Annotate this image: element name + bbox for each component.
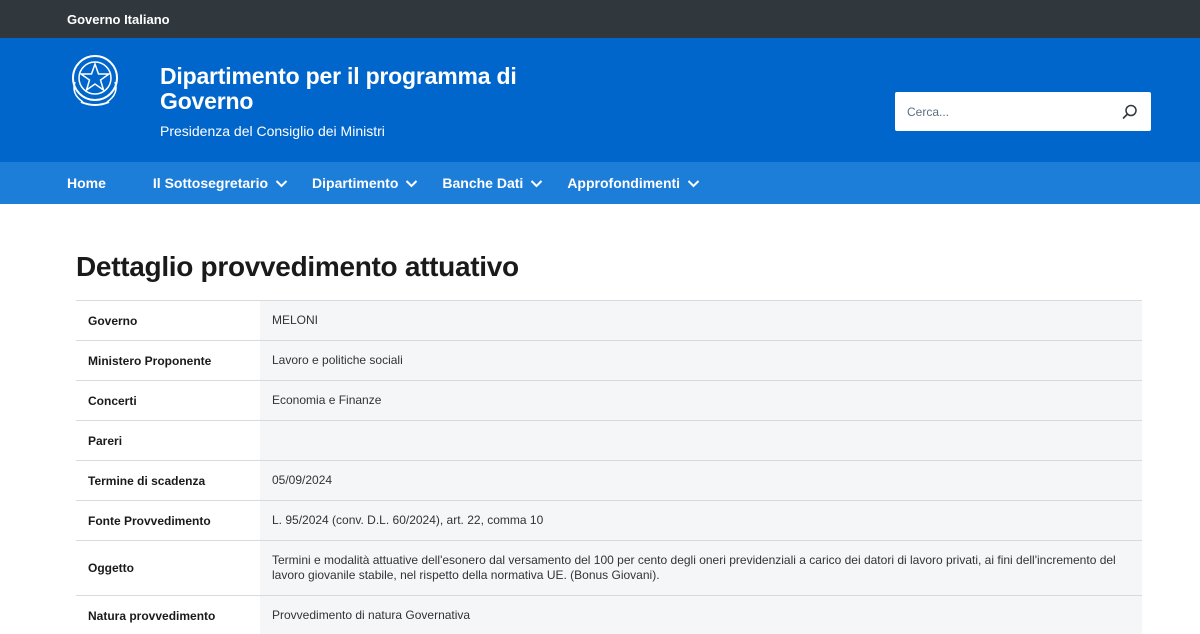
table-row: Oggetto Termini e modalità attuative del… [76, 540, 1142, 596]
chevron-down-icon [687, 179, 700, 187]
row-value: Provvedimento di natura Governativa [260, 595, 1142, 634]
row-value: L. 95/2024 (conv. D.L. 60/2024), art. 22… [260, 500, 1142, 541]
row-label: Ministero Proponente [76, 340, 260, 381]
page-title: Dettaglio provvedimento attuativo [76, 251, 519, 282]
row-value [260, 420, 1142, 461]
nav-item-home[interactable]: Home [67, 175, 106, 191]
row-value: MELONI [260, 300, 1142, 341]
search-box [895, 92, 1151, 131]
site-title[interactable]: Dipartimento per il programma di Governo [160, 64, 560, 114]
table-row: Natura provvedimento Provvedimento di na… [76, 595, 1142, 634]
main-content: Dettaglio provvedimento attuativo Govern… [0, 251, 1200, 634]
italian-republic-emblem-icon [72, 55, 118, 106]
chevron-down-icon [531, 179, 543, 187]
row-label: Concerti [76, 380, 260, 421]
row-label: Natura provvedimento [76, 595, 260, 634]
row-value: Lavoro e politiche sociali [260, 340, 1142, 381]
nav-item-dipartimento[interactable]: Dipartimento [312, 175, 418, 191]
table-row: Fonte Provvedimento L. 95/2024 (conv. D.… [76, 500, 1142, 541]
governo-italiano-link[interactable]: Governo Italiano [67, 12, 170, 27]
table-row: Pareri [76, 420, 1142, 461]
table-row: Concerti Economia e Finanze [76, 380, 1142, 421]
nav-item-sottosegretario[interactable]: Il Sottosegretario [153, 175, 288, 191]
row-value: Economia e Finanze [260, 380, 1142, 421]
detail-table: Governo MELONI Ministero Proponente Lavo… [76, 300, 1142, 634]
nav-item-approfondimenti[interactable]: Approfondimenti [567, 175, 700, 191]
row-label: Oggetto [76, 540, 260, 596]
nav-item-banche-dati[interactable]: Banche Dati [442, 175, 543, 191]
row-label: Fonte Provvedimento [76, 500, 260, 541]
chevron-down-icon [275, 179, 288, 187]
main-navigation: Home Il Sottosegretario Dipartimento Ban… [0, 162, 1200, 204]
table-row: Termine di scadenza 05/09/2024 [76, 460, 1142, 501]
search-icon[interactable] [1121, 103, 1139, 121]
chevron-down-icon [406, 179, 418, 187]
top-bar: Governo Italiano [0, 0, 1200, 38]
row-value: Termini e modalità attuative dell'esoner… [260, 540, 1142, 596]
row-label: Governo [76, 300, 260, 341]
table-row: Ministero Proponente Lavoro e politiche … [76, 340, 1142, 381]
row-value: 05/09/2024 [260, 460, 1142, 501]
table-row: Governo MELONI [76, 300, 1142, 341]
search-input[interactable] [907, 104, 1121, 119]
row-label: Termine di scadenza [76, 460, 260, 501]
row-label: Pareri [76, 420, 260, 461]
site-header: Dipartimento per il programma di Governo… [0, 38, 1200, 162]
site-subtitle: Presidenza del Consiglio dei Ministri [160, 123, 385, 139]
